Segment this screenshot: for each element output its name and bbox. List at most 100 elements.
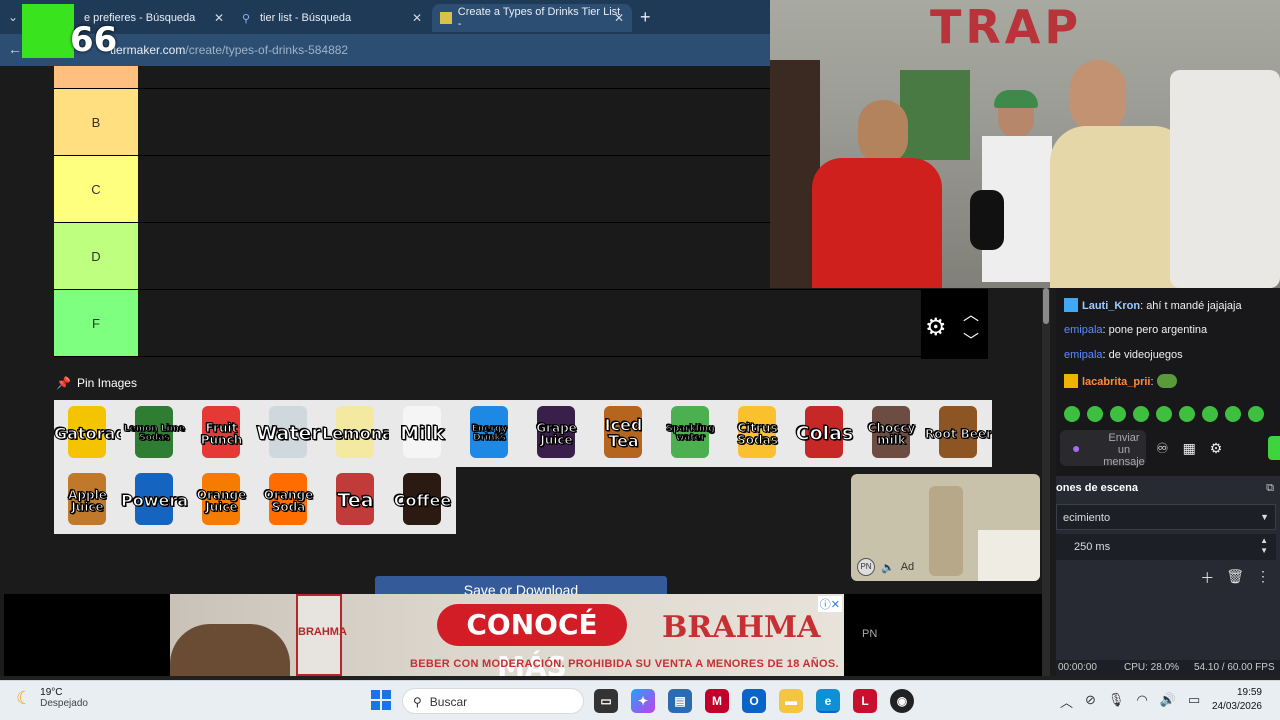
drink-image[interactable]: Citrus Sodas xyxy=(724,400,791,467)
emote-icon[interactable] xyxy=(1179,406,1195,422)
drink-image[interactable]: Sparkling water xyxy=(657,400,724,467)
file-explorer-icon[interactable]: ▬ xyxy=(779,689,803,713)
drink-image[interactable]: Energy Drinks xyxy=(456,400,523,467)
taskbar-clock[interactable]: 19:59 24/03/2026 xyxy=(1212,686,1262,714)
video-ad-pn-badge[interactable]: PN xyxy=(857,558,875,576)
emote-icon[interactable] xyxy=(1202,406,1218,422)
weather-widget[interactable]: ☾ 19°C Despejado xyxy=(16,687,88,709)
chat-username[interactable]: Lauti_Kron xyxy=(1082,300,1140,312)
trash-icon[interactable]: 🗑 xyxy=(1226,568,1244,588)
drink-image[interactable]: Water xyxy=(255,400,322,467)
tier-label[interactable]: B xyxy=(54,89,138,155)
back-arrow-icon[interactable]: ← xyxy=(8,41,22,57)
microphone-icon[interactable]: ● xyxy=(1072,440,1080,456)
drink-image[interactable]: Milk xyxy=(389,400,456,467)
video-ad-label: Ad xyxy=(900,561,915,573)
drink-image[interactable]: Orange Soda xyxy=(255,467,322,534)
drink-image[interactable]: Fruit Punch xyxy=(188,400,255,467)
ad-info-close-icon[interactable]: ⓘ✕ xyxy=(817,596,842,612)
chevron-up-icon[interactable]: ︿ xyxy=(1060,692,1073,711)
tab-1-close-icon[interactable]: ✕ xyxy=(214,11,224,25)
drink-image[interactable]: Orange Juice xyxy=(188,467,255,534)
emote-icon[interactable] xyxy=(1156,406,1172,422)
task-view-icon[interactable]: ▭ xyxy=(594,689,618,713)
emote-icon[interactable] xyxy=(1133,406,1149,422)
tier-label[interactable] xyxy=(54,66,138,88)
emote-icon[interactable] xyxy=(1087,406,1103,422)
tab-2[interactable]: ⚲ tier list - Búsqueda ✕ xyxy=(234,4,430,32)
store-icon[interactable]: ▦ xyxy=(1183,440,1196,457)
drink-image[interactable]: Gatorade xyxy=(54,400,121,467)
drink-label: Sparkling water xyxy=(666,423,715,443)
page-scrollbar[interactable] xyxy=(1042,288,1050,676)
video-ad-controls: PN 🔈 Ad xyxy=(857,558,914,576)
bits-icon[interactable]: ♾ xyxy=(1156,440,1169,457)
url-field[interactable]: tiermaker.com/create/types-of-drinks-584… xyxy=(110,43,348,57)
wifi-icon[interactable]: ◠ xyxy=(1136,692,1147,711)
battery-icon[interactable]: ▭ xyxy=(1188,692,1200,711)
tab-3-close-icon[interactable]: ✕ xyxy=(614,11,624,25)
chat-send-button[interactable] xyxy=(1268,436,1280,460)
outlook-icon[interactable]: O xyxy=(742,689,766,713)
drink-image[interactable]: Lemon Lime Sodas xyxy=(121,400,188,467)
emote-icon[interactable] xyxy=(1110,406,1126,422)
ad-cta-button[interactable]: CONOCÉ MÁS xyxy=(437,604,627,676)
video-ad[interactable]: PN 🔈 Ad xyxy=(851,474,1040,581)
tab-3[interactable]: Create a Types of Drinks Tier List - ✕ xyxy=(432,4,632,32)
brahma-ad[interactable]: BRAHMA CONOCÉ MÁS BRAHMA BEBER CON MODER… xyxy=(170,594,844,676)
copilot-icon[interactable]: ✦ xyxy=(631,689,655,713)
chevron-up-icon[interactable]: ︿ xyxy=(963,301,979,325)
chat-username[interactable]: emipala xyxy=(1064,324,1103,336)
taskbar-search[interactable]: ⚲ Buscar xyxy=(402,688,584,714)
drink-label: Powerade xyxy=(121,490,188,510)
more-vertical-icon[interactable]: ⋮ xyxy=(1256,568,1270,588)
edge-icon[interactable]: e xyxy=(816,689,840,713)
drink-image[interactable]: Coffee xyxy=(389,467,456,534)
tier-label[interactable]: D xyxy=(54,223,138,289)
tier-label[interactable]: F xyxy=(54,290,138,356)
chat-username[interactable]: emipala xyxy=(1064,349,1103,361)
settings-icon[interactable]: ⚙ xyxy=(1210,440,1223,457)
drink-image[interactable]: Powerade xyxy=(121,467,188,534)
app-l-icon[interactable]: L xyxy=(853,689,877,713)
drink-image[interactable]: Colas xyxy=(791,400,858,467)
chat-text: de videojuegos xyxy=(1108,349,1183,361)
notification-muted-icon[interactable]: ⊘ xyxy=(1085,692,1096,711)
popout-icon[interactable]: ⧉ xyxy=(1266,482,1274,495)
gear-icon[interactable]: ⚙ xyxy=(925,313,947,342)
drink-image[interactable]: Iced Tea xyxy=(590,400,657,467)
pin-images-header[interactable]: 📌 Pin Images xyxy=(56,376,137,390)
emote-icon[interactable] xyxy=(1225,406,1241,422)
drink-image[interactable]: Lemonade xyxy=(322,400,389,467)
windows-start-icon[interactable] xyxy=(371,690,391,710)
transition-select[interactable]: ecimiento ▼ xyxy=(1056,504,1276,530)
store-icon[interactable]: ▤ xyxy=(668,689,692,713)
drink-image[interactable]: Tea xyxy=(322,467,389,534)
tab-2-close-icon[interactable]: ✕ xyxy=(412,11,422,25)
drink-image[interactable]: Apple Juice xyxy=(54,467,121,534)
scrollbar-thumb[interactable] xyxy=(1043,288,1049,324)
speaker-icon[interactable]: 🔈 xyxy=(881,561,895,574)
drink-image[interactable]: Root Beer xyxy=(925,400,992,467)
chat-input[interactable]: ● Enviar un mensaje xyxy=(1060,430,1146,468)
chat-username[interactable]: lacabrita_prii xyxy=(1082,376,1150,388)
white-chair xyxy=(1170,70,1280,288)
stepper-icon[interactable]: ▲ ▼ xyxy=(1260,536,1268,556)
emote-icon[interactable] xyxy=(1248,406,1264,422)
chat-message: emipala: de videojuegos xyxy=(1064,349,1183,361)
obs-icon[interactable]: ◉ xyxy=(890,689,914,713)
duration-field[interactable]: 250 ms ▲ ▼ xyxy=(1056,534,1276,560)
new-tab-icon[interactable]: + xyxy=(640,7,651,28)
tier-label[interactable]: C xyxy=(54,156,138,222)
microphone-icon[interactable]: 🎙 xyxy=(1108,692,1125,711)
drink-image[interactable]: Grape Juice xyxy=(523,400,590,467)
drink-image[interactable]: Choccy milk xyxy=(858,400,925,467)
emote-icon[interactable] xyxy=(1064,406,1080,422)
volume-icon[interactable]: 🔊 xyxy=(1160,692,1176,711)
duration-value: 250 ms xyxy=(1074,541,1111,553)
chevron-down-icon[interactable]: ﹀ xyxy=(963,327,979,351)
mcafee-icon[interactable]: M xyxy=(705,689,729,713)
tab-search-icon[interactable]: ⌄ xyxy=(8,10,18,24)
tier-row[interactable]: F xyxy=(54,290,988,357)
add-icon[interactable]: ＋ xyxy=(1200,568,1214,588)
